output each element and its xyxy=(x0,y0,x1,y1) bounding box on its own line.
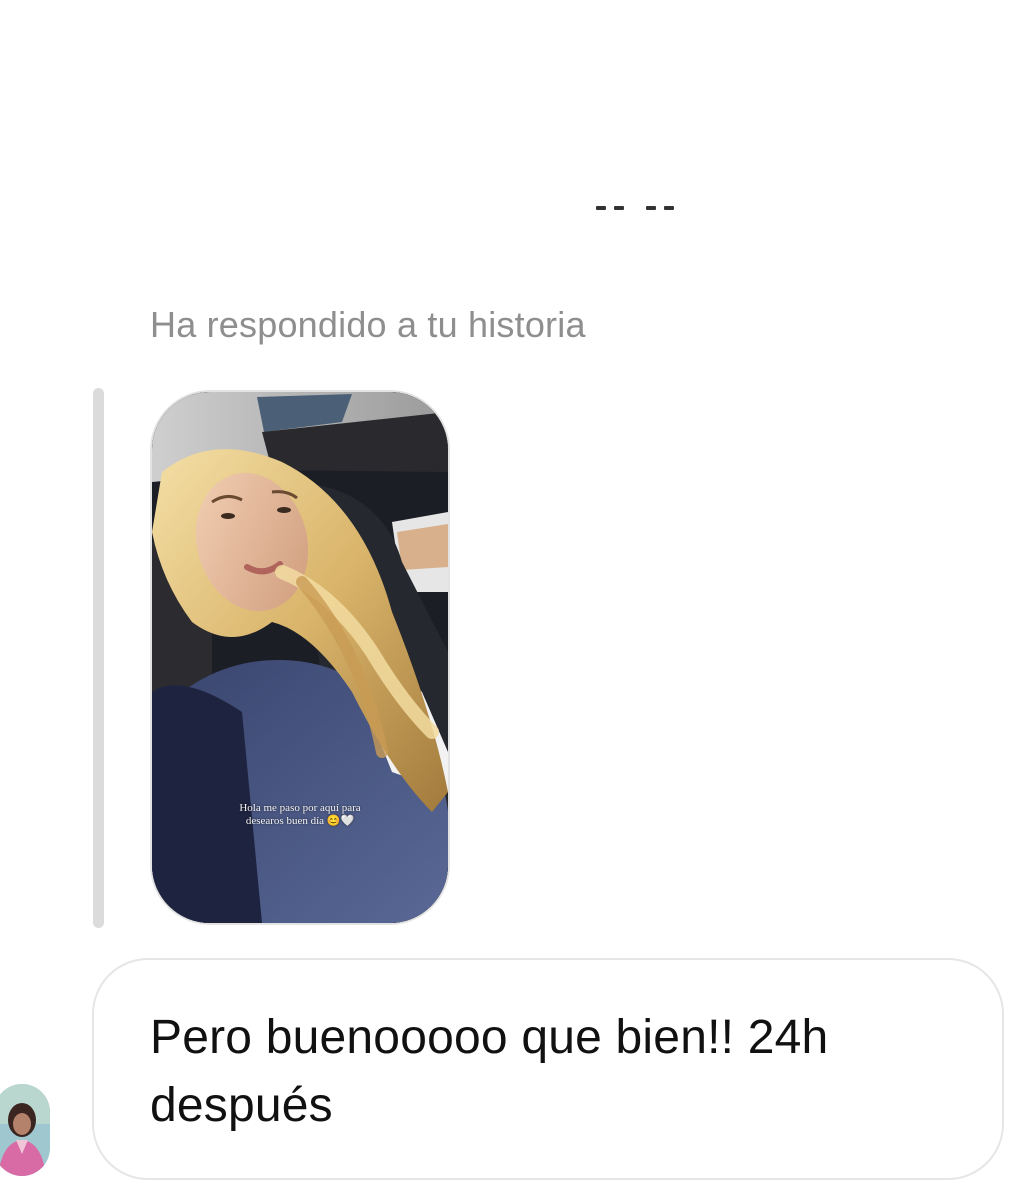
story-caption-line-2: desearos buen día 😊🤍 xyxy=(245,815,355,827)
story-caption-line-1: Hola me paso por aquí para xyxy=(239,802,361,814)
reply-indicator-bar xyxy=(93,388,104,928)
message-bubble[interactable]: Pero buenooooo que bien!! 24h después xyxy=(92,958,1004,1180)
header-area xyxy=(0,0,1024,212)
timestamp-cut-off xyxy=(592,204,692,218)
avatar-photo xyxy=(0,1084,50,1176)
story-image xyxy=(152,392,448,923)
avatar[interactable] xyxy=(0,1084,50,1176)
story-caption: Hola me paso por aquí para desearos buen… xyxy=(152,802,448,828)
story-preview[interactable]: Hola me paso por aquí para desearos buen… xyxy=(150,390,450,925)
story-reply-label: Ha respondido a tu historia xyxy=(150,304,586,345)
message-text: Pero buenooooo que bien!! 24h después xyxy=(150,1011,829,1132)
